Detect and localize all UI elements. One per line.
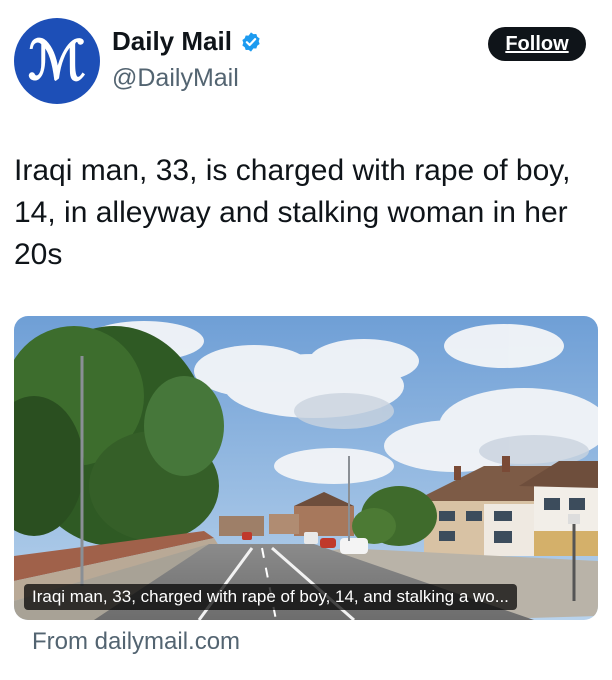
account-handle[interactable]: @DailyMail: [112, 64, 239, 93]
link-card[interactable]: Iraqi man, 33, charged with rape of boy,…: [14, 316, 598, 620]
avatar[interactable]: ℳ: [14, 18, 100, 104]
link-card-caption[interactable]: Iraqi man, 33, charged with rape of boy,…: [24, 584, 517, 610]
tweet-text: Iraqi man, 33, is charged with rape of b…: [14, 154, 571, 271]
daily-mail-logo: ℳ: [28, 31, 86, 91]
account-name-row: Daily Mail: [112, 26, 262, 57]
link-source[interactable]: From dailymail.com: [32, 628, 240, 656]
street-scene-image: [14, 316, 598, 620]
display-name[interactable]: Daily Mail: [112, 26, 232, 57]
follow-button[interactable]: Follow: [488, 27, 586, 61]
verified-badge-icon: [242, 31, 260, 52]
